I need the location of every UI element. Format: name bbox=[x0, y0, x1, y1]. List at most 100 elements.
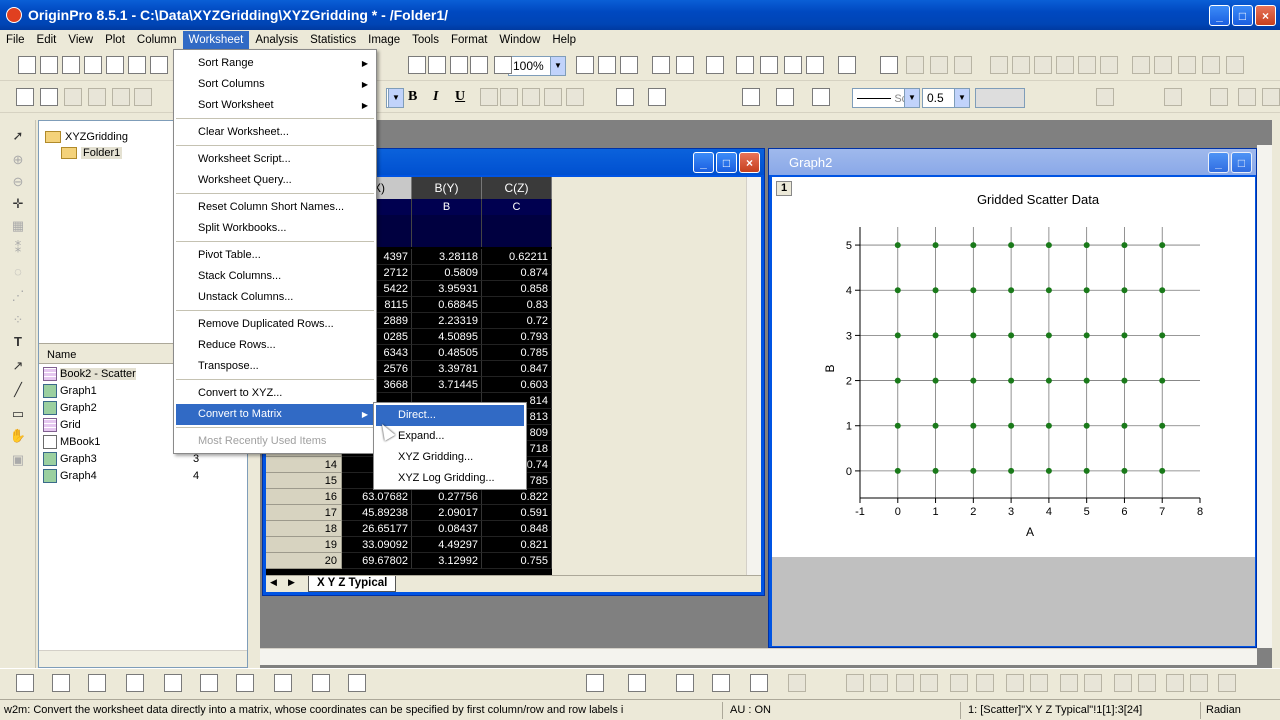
toolbar1-button-icon[interactable] bbox=[706, 56, 724, 74]
bottom-toolbar-button-icon[interactable] bbox=[1190, 674, 1208, 692]
origin-app-icon[interactable] bbox=[6, 7, 22, 23]
menu-item[interactable]: Worksheet Query... bbox=[176, 170, 374, 191]
menu-worksheet[interactable]: Worksheet bbox=[182, 30, 250, 49]
toolbar2-button-icon[interactable] bbox=[480, 88, 498, 106]
bottom-toolbar-button-icon[interactable] bbox=[16, 674, 34, 692]
table-cell[interactable]: 0.68845 bbox=[412, 297, 482, 313]
mask-icon[interactable]: ⁘ bbox=[9, 312, 27, 330]
bottom-toolbar-button-icon[interactable] bbox=[1060, 674, 1078, 692]
maximize-button[interactable]: □ bbox=[1232, 5, 1253, 26]
bottom-toolbar-button-icon[interactable] bbox=[1030, 674, 1048, 692]
toolbar2-button-icon[interactable] bbox=[648, 88, 666, 106]
menu-edit[interactable]: Edit bbox=[31, 31, 63, 49]
region-selector-icon[interactable]: ◌ bbox=[9, 264, 27, 282]
toolbar1-button-icon[interactable] bbox=[408, 56, 426, 74]
table-cell[interactable]: 0.62211 bbox=[482, 249, 552, 265]
screen-reader-icon[interactable]: ✛ bbox=[9, 196, 27, 214]
comments-cell[interactable] bbox=[412, 231, 482, 247]
long-name-cell[interactable]: C bbox=[482, 199, 552, 215]
toolbar1-button-icon[interactable] bbox=[40, 56, 58, 74]
toolbar1-button-icon[interactable] bbox=[676, 56, 694, 74]
table-cell[interactable]: 0.48505 bbox=[412, 345, 482, 361]
submenu-item[interactable]: XYZ Gridding... bbox=[376, 447, 524, 468]
column-header[interactable]: B(Y) bbox=[412, 177, 482, 199]
bottom-toolbar-button-icon[interactable] bbox=[1084, 674, 1102, 692]
zoom-in-icon[interactable]: ⊕ bbox=[9, 152, 27, 170]
toolbar1-button-icon[interactable] bbox=[150, 56, 168, 74]
menu-item[interactable]: Sort Columns ▶ bbox=[176, 74, 374, 95]
toolbar1-button-icon[interactable] bbox=[450, 56, 468, 74]
menu-item[interactable]: Reset Column Short Names... bbox=[176, 197, 374, 218]
table-cell[interactable]: 0.847 bbox=[482, 361, 552, 377]
data-selector-icon[interactable]: ▦ bbox=[9, 218, 27, 236]
table-cell[interactable]: 0.874 bbox=[482, 265, 552, 281]
bottom-toolbar-button-icon[interactable] bbox=[750, 674, 768, 692]
table-cell[interactable]: 63.07682 bbox=[342, 489, 412, 505]
menu-item[interactable]: Remove Duplicated Rows... bbox=[176, 314, 374, 335]
bottom-toolbar-button-icon[interactable] bbox=[348, 674, 366, 692]
pointer-icon[interactable]: ➚ bbox=[9, 128, 27, 146]
toolbar2-button-icon[interactable] bbox=[1238, 88, 1256, 106]
submenu-item[interactable]: XYZ Log Gridding... bbox=[376, 468, 524, 489]
line-style-combo[interactable]: Sc ▼ bbox=[852, 88, 920, 108]
table-cell[interactable]: 0.5809 bbox=[412, 265, 482, 281]
toolbar1-button-icon[interactable] bbox=[1226, 56, 1244, 74]
menu-format[interactable]: Format bbox=[445, 31, 493, 49]
table-cell[interactable]: 0.822 bbox=[482, 489, 552, 505]
toolbar1-button-icon[interactable] bbox=[84, 56, 102, 74]
toolbar1-button-icon[interactable] bbox=[1078, 56, 1096, 74]
bottom-toolbar-button-icon[interactable] bbox=[1218, 674, 1236, 692]
menu-item[interactable]: Sort Worksheet ▶ bbox=[176, 95, 374, 116]
toolbar1-button-icon[interactable] bbox=[1154, 56, 1172, 74]
table-cell[interactable]: 4.49297 bbox=[412, 537, 482, 553]
row-header[interactable]: 14 bbox=[266, 457, 342, 473]
close-button[interactable]: × bbox=[1255, 5, 1276, 26]
bottom-toolbar-button-icon[interactable] bbox=[126, 674, 144, 692]
color-combo[interactable] bbox=[975, 88, 1025, 108]
table-cell[interactable]: 3.12992 bbox=[412, 553, 482, 569]
menu-tools[interactable]: Tools bbox=[406, 31, 445, 49]
bottom-toolbar-button-icon[interactable] bbox=[976, 674, 994, 692]
toolbar2-button-icon[interactable] bbox=[500, 88, 518, 106]
data-reader-icon[interactable]: ⁑ bbox=[9, 240, 27, 258]
menu-item[interactable]: Sort Range ▶ bbox=[176, 53, 374, 74]
toolbar1-button-icon[interactable] bbox=[428, 56, 446, 74]
tab-next-icon[interactable]: ▶ bbox=[288, 577, 295, 588]
bottom-toolbar-button-icon[interactable] bbox=[846, 674, 864, 692]
bottom-toolbar-button-icon[interactable] bbox=[88, 674, 106, 692]
menu-item[interactable]: Reduce Rows... bbox=[176, 335, 374, 356]
menu-window[interactable]: Window bbox=[493, 31, 546, 49]
table-cell[interactable]: 0.821 bbox=[482, 537, 552, 553]
bold-button[interactable]: B bbox=[408, 89, 417, 105]
menu-item[interactable]: Transpose... bbox=[176, 356, 374, 377]
bottom-toolbar-button-icon[interactable] bbox=[586, 674, 604, 692]
table-cell[interactable]: 0.793 bbox=[482, 329, 552, 345]
toolbar1-button-icon[interactable] bbox=[652, 56, 670, 74]
units-cell[interactable] bbox=[482, 215, 552, 231]
toolbar1-button-icon[interactable] bbox=[598, 56, 616, 74]
menu-view[interactable]: View bbox=[62, 31, 99, 49]
font-dropdown[interactable]: ▼ bbox=[386, 88, 404, 108]
toolbar2-button-icon[interactable] bbox=[812, 88, 830, 106]
zoom-out-icon[interactable]: ⊖ bbox=[9, 174, 27, 192]
toolbar1-button-icon[interactable] bbox=[620, 56, 638, 74]
toolbar2-button-icon[interactable] bbox=[566, 88, 584, 106]
table-cell[interactable]: 3.39781 bbox=[412, 361, 482, 377]
workbook-minimize-button[interactable]: _ bbox=[693, 152, 714, 173]
menu-image[interactable]: Image bbox=[362, 31, 406, 49]
menu-file[interactable]: File bbox=[0, 31, 31, 49]
toolbar1-button-icon[interactable] bbox=[880, 56, 898, 74]
workbook-maximize-button[interactable]: □ bbox=[716, 152, 737, 173]
table-cell[interactable]: 3.71445 bbox=[412, 377, 482, 393]
toolbar1-button-icon[interactable] bbox=[576, 56, 594, 74]
table-cell[interactable]: 2.23319 bbox=[412, 313, 482, 329]
toolbar1-button-icon[interactable] bbox=[470, 56, 488, 74]
table-cell[interactable]: 33.09092 bbox=[342, 537, 412, 553]
workspace-vscrollbar[interactable] bbox=[1257, 145, 1272, 648]
toolbar1-button-icon[interactable] bbox=[954, 56, 972, 74]
menu-item[interactable]: Worksheet Script... bbox=[176, 149, 374, 170]
bottom-toolbar-button-icon[interactable] bbox=[200, 674, 218, 692]
toolbar2-button-icon[interactable] bbox=[616, 88, 634, 106]
toolbar2-button-icon[interactable] bbox=[1262, 88, 1280, 106]
arrow-tool-icon[interactable]: ↗ bbox=[9, 358, 27, 376]
